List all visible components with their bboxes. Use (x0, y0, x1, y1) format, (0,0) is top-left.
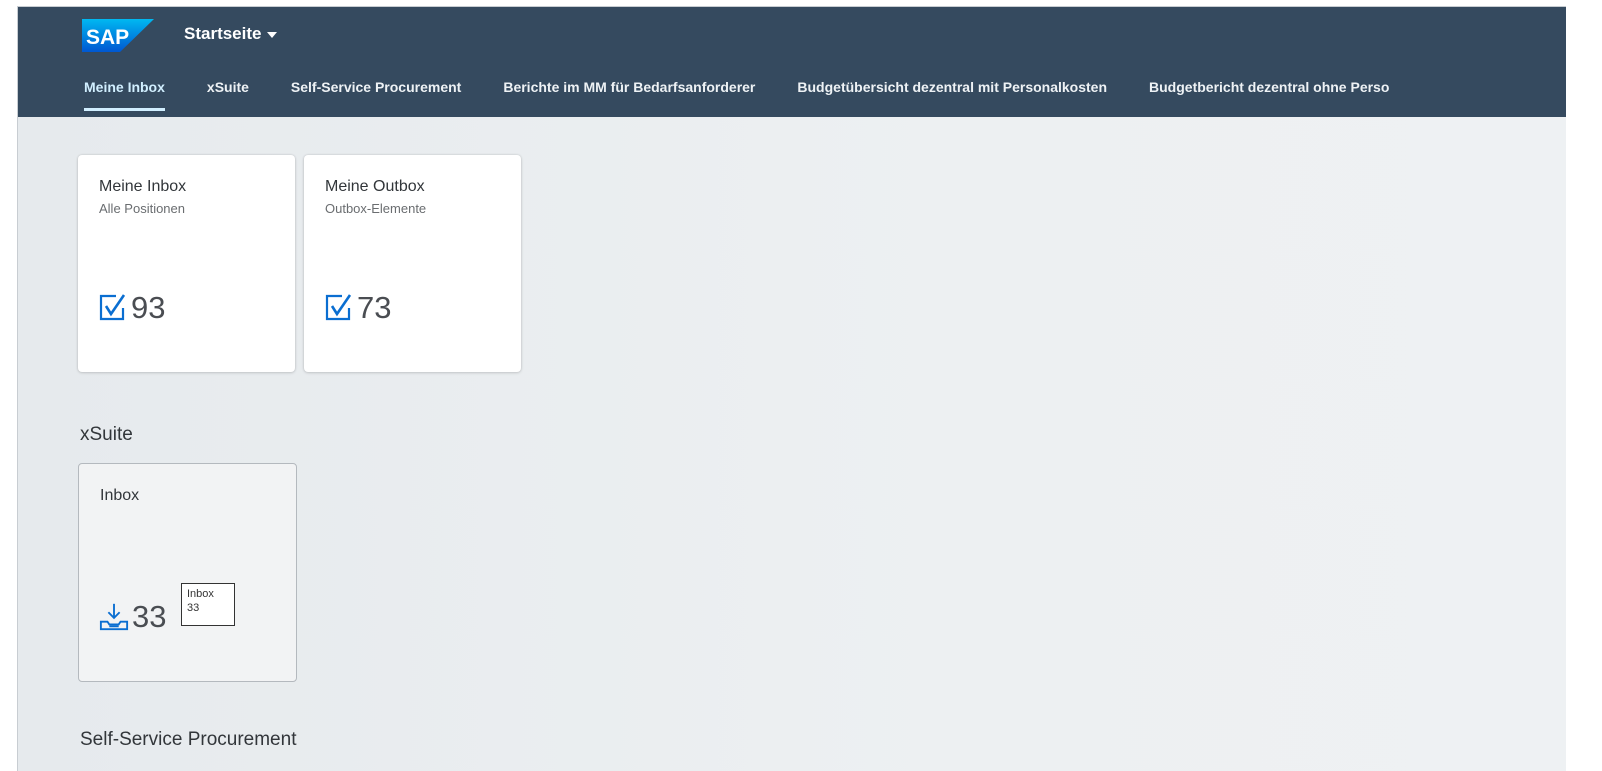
tooltip-title: Inbox (187, 588, 214, 600)
sap-logo[interactable]: SAP (82, 19, 154, 52)
tab-xsuite[interactable]: xSuite (207, 79, 249, 111)
anchor-bar: Meine Inbox xSuite Self-Service Procurem… (84, 79, 1431, 111)
inbox-download-icon (99, 603, 129, 631)
tile-kpi: 33 (99, 599, 167, 634)
tile-xsuite-inbox[interactable]: Inbox 33 (78, 463, 297, 682)
app-title: Startseite (184, 24, 262, 43)
tab-self-service-procurement[interactable]: Self-Service Procurement (291, 79, 461, 111)
tile-kpi-value: 93 (131, 290, 166, 325)
tile-subtitle: Alle Positionen (99, 201, 185, 216)
tooltip-value: 33 (187, 602, 200, 614)
tile-kpi-value: 33 (132, 599, 167, 634)
tile-title: Inbox (100, 487, 140, 504)
app-title-menu[interactable]: Startseite (184, 24, 278, 44)
tile-subtitle: Outbox-Elemente (325, 201, 427, 216)
tile-title: Meine Outbox (325, 178, 425, 195)
tile-kpi: 73 (324, 290, 392, 325)
tile-meine-inbox[interactable]: Meine Inbox Alle Positionen 93 (78, 155, 295, 372)
tile-tooltip: Inbox 33 (181, 583, 235, 626)
section-title-self-service: Self-Service Procurement (80, 729, 297, 750)
tile-kpi: 93 (98, 290, 166, 325)
task-checkbox-icon (325, 294, 352, 321)
sap-logo-text: SAP (86, 26, 129, 49)
task-checkbox-icon (99, 294, 126, 321)
tab-berichte-mm[interactable]: Berichte im MM für Bedarfsanforderer (503, 79, 755, 111)
tab-budgetbericht[interactable]: Budgetbericht dezentral ohne Perso (1149, 79, 1389, 111)
launchpad-frame: SAP Startseite Meine Inbox xSuite Self-S… (17, 6, 1566, 771)
tab-budgetuebersicht[interactable]: Budgetübersicht dezentral mit Personalko… (797, 79, 1107, 111)
shell-header: SAP Startseite Meine Inbox xSuite Self-S… (18, 7, 1566, 117)
caret-down-icon (267, 32, 278, 38)
section-title-xsuite: xSuite (80, 424, 133, 445)
tab-meine-inbox[interactable]: Meine Inbox (84, 79, 165, 111)
tile-title: Meine Inbox (99, 178, 187, 195)
tile-meine-outbox[interactable]: Meine Outbox Outbox-Elemente 73 (304, 155, 521, 372)
tile-kpi-value: 73 (357, 290, 392, 325)
